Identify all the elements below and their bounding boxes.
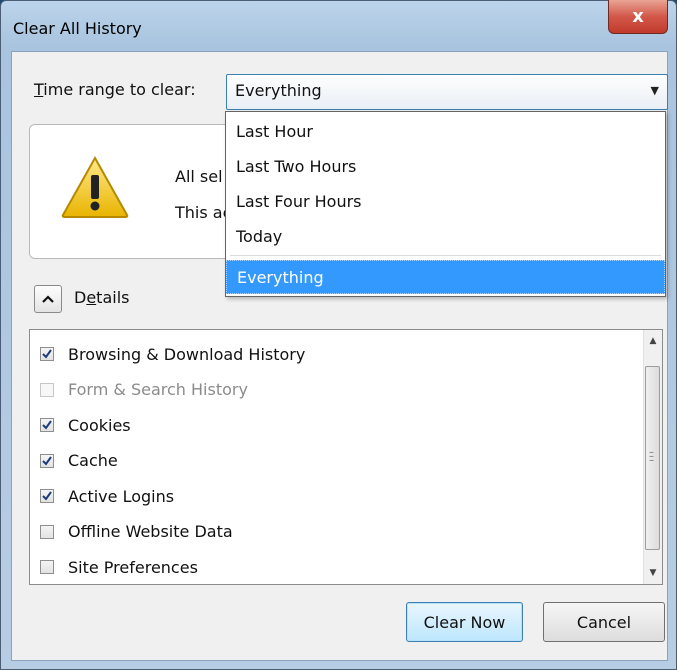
time-range-select[interactable]: Everything ▼ [226,74,668,110]
checkbox[interactable] [40,489,54,503]
scroll-up-icon[interactable]: ▲ [644,336,662,346]
checkbox[interactable] [40,418,54,432]
history-item-label: Cache [68,451,118,470]
time-range-selected-value: Everything [235,81,322,100]
time-range-label: Time range to clear: [34,80,196,99]
window-title: Clear All History [13,19,142,38]
checkbox [40,382,54,397]
history-item-label: Site Preferences [68,557,198,577]
dropdown-option[interactable]: Today [226,219,665,253]
checkbox[interactable] [40,560,54,574]
dropdown-option[interactable]: Last Two Hours [226,149,665,183]
clear-history-dialog: Clear All History x Time range to clear:… [0,0,677,670]
details-label[interactable]: Details [74,288,129,307]
history-item-label: Browsing & Download History [68,344,306,364]
history-item-label: Cookies [68,415,131,435]
time-range-dropdown-list: Last Hour Last Two Hours Last Four Hours To… [225,111,666,297]
history-item[interactable]: Cookies [40,407,131,443]
details-toggle-button[interactable] [34,285,62,313]
dropdown-option[interactable]: Everything [226,260,665,294]
checkbox[interactable] [40,524,54,539]
history-item-label: Form & Search History [68,380,248,399]
scroll-thumb[interactable]: – – – [645,366,660,550]
warning-icon [61,155,129,218]
history-item: Form & Search History [40,372,248,408]
warning-text-line1: All sel [175,167,223,186]
checkmark-icon [42,491,52,501]
checkmark-icon [42,349,52,359]
dropdown-arrow-icon: ▼ [650,84,659,97]
scroll-down-icon[interactable]: ▼ [644,568,662,578]
history-item[interactable]: Offline Website Data [40,514,233,550]
dropdown-option[interactable]: Last Four Hours [226,184,665,218]
history-item[interactable]: Active Logins [40,478,174,514]
dropdown-separator [230,255,661,256]
history-item-label: Active Logins [68,486,175,506]
checkmark-icon [42,420,52,430]
clear-now-button[interactable]: Clear Now [406,602,523,642]
warning-text-line2: This ac [175,203,232,222]
close-icon: x [632,6,644,27]
title-bar[interactable]: Clear All History x [1,0,676,51]
grip-icon: – – – [649,447,654,466]
checkmark-icon [42,455,52,466]
dropdown-option[interactable]: Last Hour [226,114,665,148]
history-item[interactable]: Cache [40,443,118,479]
history-item[interactable]: Site Preferences [40,549,198,585]
close-button[interactable]: x [608,0,668,34]
chevron-up-icon [42,295,54,303]
history-item-label: Offline Website Data [68,522,233,541]
history-items-list: ▲ – – – ▼ Browsing & Download History Form … [29,329,663,585]
history-item[interactable]: Browsing & Download History [40,336,305,372]
cancel-button[interactable]: Cancel [543,602,665,642]
list-scrollbar[interactable]: ▲ – – – ▼ [643,330,662,584]
checkbox[interactable] [40,347,54,361]
checkbox[interactable] [40,453,54,468]
